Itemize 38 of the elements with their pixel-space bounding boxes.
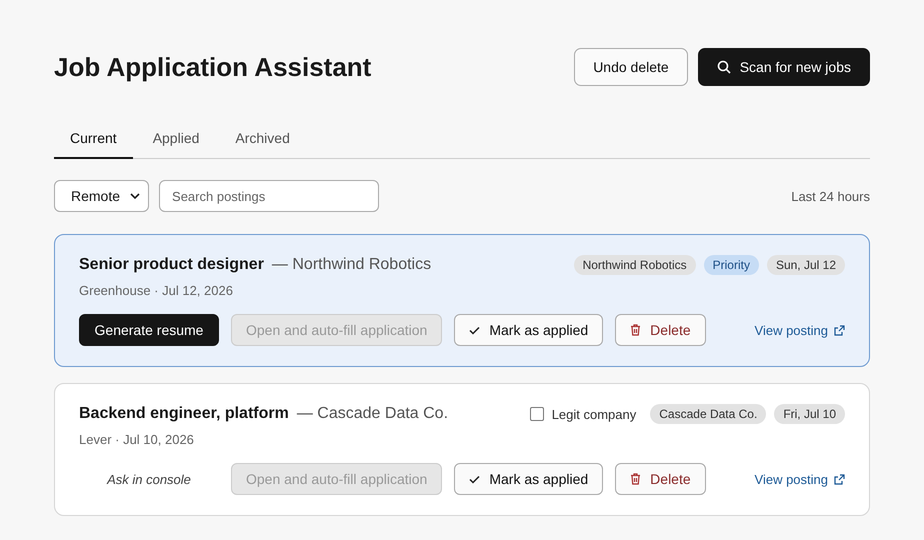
generate-resume-button[interactable]: Generate resume (79, 314, 219, 346)
undo-button[interactable]: Undo delete (574, 48, 688, 86)
delete-button[interactable]: Delete (615, 463, 706, 495)
legit-checkbox[interactable] (530, 407, 544, 421)
job-source-date: Lever · Jul 10, 2026 (79, 432, 195, 447)
mark-applied-button[interactable]: Mark as applied (454, 314, 604, 346)
trash-icon (630, 324, 642, 336)
console-hint: Ask in console (106, 472, 192, 486)
delete-button[interactable]: Delete (615, 314, 706, 346)
page-title: Job Application Assistant (54, 52, 372, 82)
company-name: — Northwind Robotics (272, 256, 432, 273)
tag: Cascade Data Co. (650, 404, 766, 424)
tag: Northwind Robotics (574, 255, 696, 275)
job-title: Senior product designer (79, 256, 264, 273)
tag: Priority (704, 255, 759, 275)
tag: Sun, Jul 12 (766, 255, 845, 275)
scan-button[interactable]: Scan for new jobs (698, 48, 870, 86)
tab[interactable]: Current (54, 130, 133, 159)
search-icon (716, 60, 731, 74)
tab[interactable]: Applied (136, 130, 216, 158)
external-link-icon (834, 474, 845, 484)
view-posting-link[interactable]: View posting (754, 322, 845, 338)
location-select[interactable]: Remote (54, 180, 150, 212)
tab[interactable]: Archived (219, 130, 306, 158)
time-range-label: Last 24 hours (791, 188, 870, 204)
mark-applied-button[interactable]: Mark as applied (454, 463, 604, 495)
legit-label: Legit company (552, 406, 636, 422)
job-source-date: Greenhouse · Jul 12, 2026 (79, 283, 234, 298)
company-name: — Cascade Data Co. (296, 405, 448, 422)
external-link-icon (834, 324, 845, 336)
chevron-icon (130, 193, 140, 199)
search-field[interactable]: Search postings (159, 180, 380, 212)
tag: Fri, Jul 10 (774, 404, 845, 424)
trash-icon (630, 473, 642, 485)
check-icon (469, 474, 480, 484)
check-icon (469, 326, 480, 334)
view-posting-link[interactable]: View posting (754, 472, 845, 486)
job-title: Backend engineer, platform (79, 405, 289, 422)
